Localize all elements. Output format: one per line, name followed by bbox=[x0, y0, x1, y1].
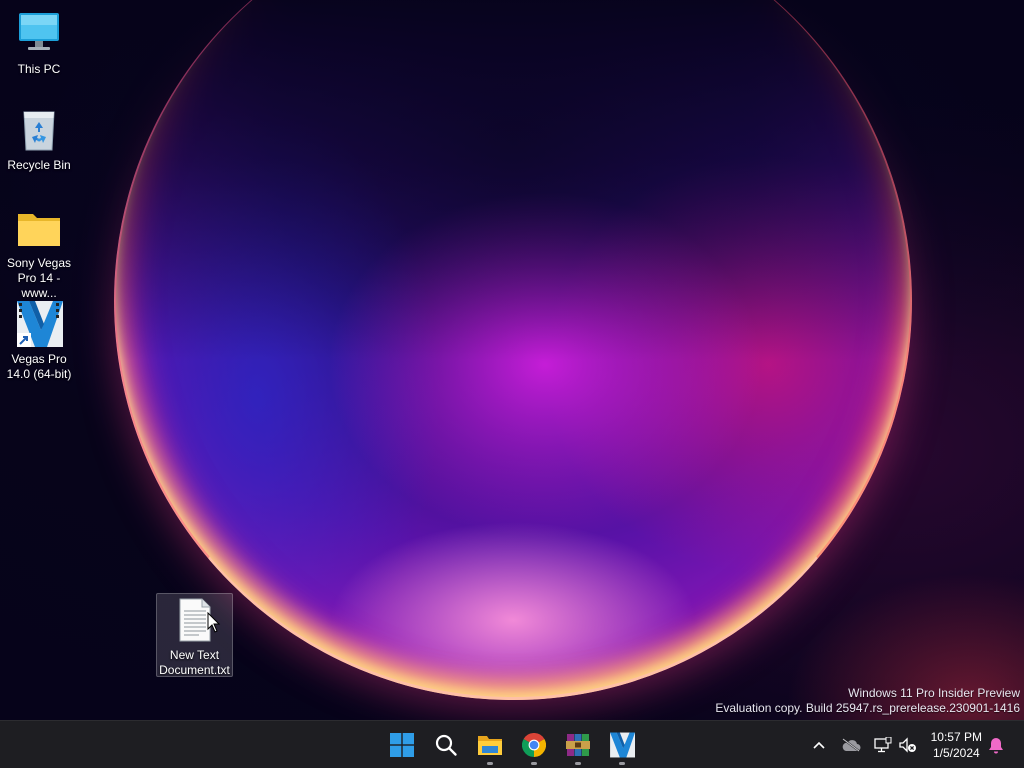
folder-icon bbox=[15, 204, 63, 252]
desktop-icon-vegas-pro[interactable]: Vegas Pro 14.0 (64-bit) bbox=[0, 300, 78, 382]
file-explorer-icon bbox=[478, 736, 502, 755]
running-indicator bbox=[619, 762, 625, 765]
taskbar-file-explorer[interactable] bbox=[470, 725, 510, 765]
vegas-pro-icon bbox=[15, 300, 63, 348]
desktop-icon-sony-vegas-folder[interactable]: Sony Vegas Pro 14 - www... bbox=[0, 204, 78, 301]
chevron-up-icon bbox=[813, 741, 825, 749]
chrome-icon bbox=[522, 733, 546, 757]
notifications-button[interactable] bbox=[984, 733, 1008, 757]
running-indicator bbox=[487, 762, 493, 765]
desktop-wallpaper bbox=[0, 0, 1024, 720]
taskbar-winrar[interactable] bbox=[558, 725, 598, 765]
taskbar-clock[interactable]: 10:57 PM 1/5/2024 bbox=[931, 729, 982, 761]
desktop-icon-label: Sony Vegas Pro 14 - www... bbox=[6, 256, 72, 300]
clock-date: 1/5/2024 bbox=[932, 746, 980, 760]
computer-icon bbox=[15, 10, 63, 58]
network-tray-button[interactable] bbox=[871, 733, 895, 757]
show-hidden-icons-button[interactable] bbox=[807, 733, 831, 757]
notification-bell-icon bbox=[989, 738, 1003, 754]
clock-time: 10:57 PM bbox=[930, 730, 982, 744]
desktop-icon-new-text-document[interactable]: New Text Document.txt bbox=[156, 593, 233, 677]
search-button[interactable] bbox=[426, 725, 466, 765]
running-indicator bbox=[531, 762, 537, 765]
desktop-icon-this-pc[interactable]: This PC bbox=[0, 10, 78, 77]
volume-muted-icon bbox=[899, 737, 916, 753]
running-indicator bbox=[575, 762, 581, 765]
desktop-icon-label: Recycle Bin bbox=[7, 158, 71, 172]
start-button[interactable] bbox=[382, 725, 422, 765]
desktop-icon-label: Vegas Pro 14.0 (64-bit) bbox=[6, 352, 72, 381]
taskbar-vegas-pro[interactable] bbox=[602, 725, 642, 765]
taskbar: 10:57 PM 1/5/2024 bbox=[0, 720, 1024, 768]
onedrive-icon bbox=[842, 738, 861, 752]
taskbar-chrome[interactable] bbox=[514, 725, 554, 765]
desktop-icon-label: New Text Document.txt bbox=[159, 648, 230, 677]
watermark-edition: Windows 11 Pro Insider Preview bbox=[848, 686, 1020, 700]
vegas-pro-icon bbox=[610, 732, 635, 758]
windows-evaluation-watermark: Windows 11 Pro Insider Preview Evaluatio… bbox=[715, 686, 1020, 716]
winrar-icon bbox=[566, 734, 590, 756]
recycle-bin-icon bbox=[15, 106, 63, 154]
desktop-icon-label: This PC bbox=[17, 62, 61, 76]
network-icon bbox=[874, 737, 892, 753]
windows-start-icon bbox=[390, 733, 414, 757]
mouse-cursor-icon bbox=[207, 612, 221, 633]
onedrive-tray-button[interactable] bbox=[839, 733, 863, 757]
desktop-icon-recycle-bin[interactable]: Recycle Bin bbox=[0, 106, 78, 173]
watermark-build: Evaluation copy. Build 25947.rs_prerelea… bbox=[715, 701, 1020, 715]
volume-tray-button[interactable] bbox=[896, 733, 920, 757]
search-icon bbox=[435, 734, 457, 756]
